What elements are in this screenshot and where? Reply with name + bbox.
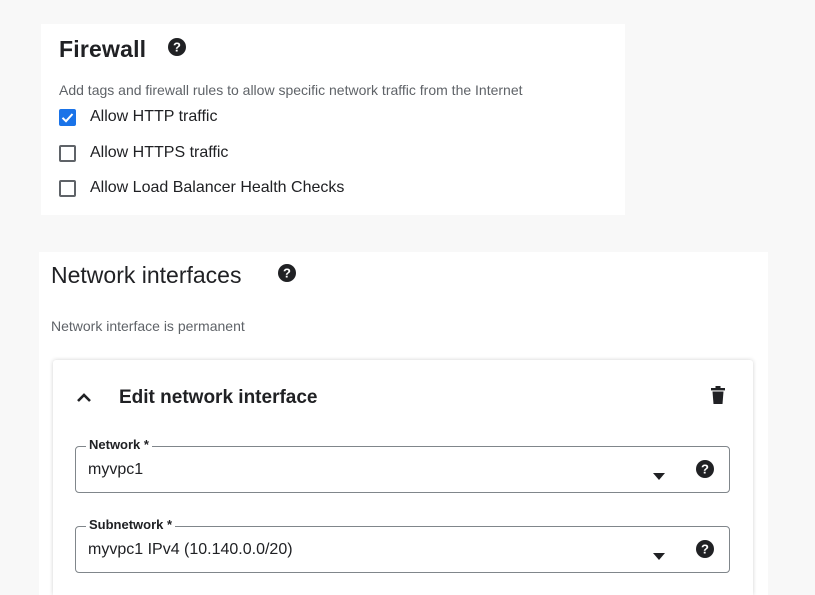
allow-https-checkbox[interactable] (59, 144, 76, 162)
firewall-help-icon[interactable]: ? (168, 38, 186, 61)
network-interfaces-section: Network interfaces ? Network interface i… (39, 252, 768, 595)
edit-network-interface-title: Edit network interface (119, 387, 318, 408)
allow-https-checkbox-row[interactable]: Allow HTTPS traffic (59, 142, 228, 164)
subnetwork-select-label: Subnetwork * (86, 517, 176, 532)
subnetwork-help-icon[interactable]: ? (696, 540, 714, 563)
subnetwork-select-value: myvpc1 IPv4 (10.140.0.0/20) (88, 541, 293, 558)
edit-network-interface-panel: Edit network interface Network * myvpc1 … (53, 360, 753, 595)
allow-http-checkbox-row[interactable]: Allow HTTP traffic (59, 106, 217, 128)
allow-http-checkbox[interactable] (59, 108, 76, 126)
firewall-description: Add tags and firewall rules to allow spe… (59, 82, 523, 98)
network-select-value: myvpc1 (88, 461, 144, 478)
subnetwork-select[interactable]: Subnetwork * myvpc1 IPv4 (10.140.0.0/20)… (75, 517, 730, 573)
network-select-label: Network * (86, 437, 152, 452)
dropdown-arrow-icon[interactable] (653, 467, 665, 485)
dropdown-arrow-icon[interactable] (653, 547, 665, 565)
network-select[interactable]: Network * myvpc1 ? (75, 437, 730, 493)
network-interfaces-title: Network interfaces (51, 262, 242, 288)
allow-lb-health-checks-checkbox[interactable] (59, 179, 76, 197)
network-help-icon[interactable]: ? (696, 460, 714, 483)
allow-lb-health-checks-checkbox-row[interactable]: Allow Load Balancer Health Checks (59, 177, 344, 199)
checkmark-icon (61, 112, 74, 123)
chevron-up-icon[interactable] (76, 390, 92, 408)
svg-text:?: ? (173, 40, 181, 55)
allow-https-label: Allow HTTPS traffic (90, 144, 229, 161)
network-interfaces-subtitle: Network interface is permanent (51, 318, 245, 334)
network-interfaces-help-icon[interactable]: ? (278, 264, 296, 287)
trash-icon[interactable] (711, 386, 725, 409)
svg-text:?: ? (283, 266, 291, 281)
allow-lb-health-checks-label: Allow Load Balancer Health Checks (90, 179, 345, 196)
firewall-section: Firewall ? Add tags and firewall rules t… (41, 24, 625, 215)
svg-text:?: ? (701, 462, 709, 477)
svg-text:?: ? (701, 542, 709, 557)
allow-http-label: Allow HTTP traffic (90, 108, 218, 125)
firewall-title: Firewall (59, 36, 147, 62)
